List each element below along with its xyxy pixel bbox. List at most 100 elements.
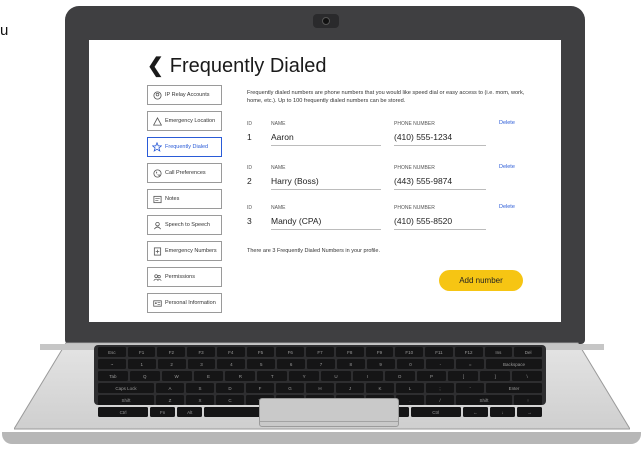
keyboard-key[interactable]: Ctrl [98, 407, 149, 417]
laptop-lid: ❮ Frequently Dialed IP Relay Accounts Eme… [65, 6, 585, 344]
keyboard-key[interactable]: F [246, 383, 274, 393]
keyboard-key[interactable]: D [216, 383, 244, 393]
personal-info-icon [152, 298, 162, 308]
keyboard-key[interactable]: G [276, 383, 304, 393]
keyboard-key[interactable]: [ [448, 371, 479, 381]
keyboard-key[interactable]: F3 [187, 347, 215, 357]
keyboard-key[interactable]: Enter [486, 383, 542, 393]
keyboard-key[interactable]: Tab [98, 371, 128, 381]
entry-name[interactable]: Mandy (CPA) [271, 216, 321, 226]
keyboard-key[interactable]: F10 [395, 347, 424, 357]
keyboard-key[interactable]: F12 [454, 347, 483, 357]
keyboard-key[interactable]: 4 [217, 359, 246, 369]
keyboard-row: Caps Lock A S D F G H J K L; ' Enter [98, 383, 542, 393]
keyboard-key[interactable]: = [456, 359, 485, 369]
sidebar-item-ip-relay-accounts[interactable]: IP Relay Accounts [147, 85, 222, 105]
sidebar-item-personal-information[interactable]: Personal Information [147, 293, 222, 313]
keyboard-key[interactable]: Caps Lock [98, 383, 154, 393]
keyboard-key[interactable]: 6 [277, 359, 306, 369]
keyboard-key[interactable]: Fn [150, 407, 176, 417]
keyboard-key[interactable]: U [321, 371, 351, 381]
keyboard-key[interactable]: Ins [484, 347, 513, 357]
keyboard-key[interactable]: F8 [335, 347, 364, 357]
keyboard-key[interactable]: J [336, 383, 364, 393]
keyboard-key[interactable]: \ [512, 371, 543, 381]
keyboard-key[interactable]: A [156, 383, 184, 393]
keyboard-key[interactable]: P [416, 371, 447, 381]
keyboard-key[interactable]: F7 [306, 347, 334, 357]
keyboard-key[interactable]: ' [456, 383, 484, 393]
keyboard-key[interactable]: ← [462, 407, 488, 417]
keyboard-key[interactable]: C [216, 395, 244, 405]
keyboard-key[interactable]: Esc [98, 347, 126, 357]
sidebar-item-frequently-dialed[interactable]: Frequently Dialed [147, 137, 222, 157]
keyboard-key[interactable]: E [193, 371, 224, 381]
keyboard-key[interactable]: R [225, 371, 256, 381]
keyboard-key[interactable]: T [257, 371, 288, 381]
keyboard-key[interactable]: F5 [246, 347, 275, 357]
entry-phone[interactable]: (410) 555-1234 [394, 132, 452, 142]
sidebar-item-emergency-numbers[interactable]: Emergency Numbers [147, 241, 222, 261]
add-number-button[interactable]: Add number [439, 270, 523, 291]
delete-link[interactable]: Delete [499, 164, 515, 170]
keyboard-key[interactable]: Shift [456, 395, 512, 405]
keyboard-key[interactable]: 7 [307, 359, 335, 369]
entry-phone[interactable]: (443) 555-9874 [394, 176, 452, 186]
keyboard-key[interactable]: - [426, 359, 455, 369]
keyboard-key[interactable]: Backspace [486, 359, 542, 369]
keyboard-key[interactable]: ] [480, 371, 511, 381]
keyboard-key[interactable]: X [186, 395, 214, 405]
keyboard-key[interactable]: F6 [276, 347, 305, 357]
sidebar-item-notes[interactable]: Notes [147, 189, 222, 209]
keyboard-key[interactable]: L [396, 383, 424, 393]
keyboard-key[interactable]: 9 [366, 359, 395, 369]
keyboard-key[interactable]: Ctrl [410, 407, 461, 417]
warning-icon [152, 116, 162, 126]
keyboard-key[interactable]: 0 [396, 359, 425, 369]
sidebar-item-permissions[interactable]: Permissions [147, 267, 222, 287]
keyboard-key[interactable]: 5 [247, 359, 276, 369]
sidebar-item-call-preferences[interactable]: Call Preferences [147, 163, 222, 183]
entry-name[interactable]: Aaron [271, 132, 294, 142]
entry-phone[interactable]: (410) 555-8520 [394, 216, 452, 226]
sidebar-item-label: Permissions [165, 274, 195, 280]
keyboard-key[interactable]: ↑ [514, 395, 542, 405]
keyboard-key[interactable]: F9 [365, 347, 394, 357]
keyboard-row: Esc F1 F2 F3 F4 F5 F6 F7 F8 F9 F10 F11 F12 Ins Del [98, 347, 543, 357]
entry-name[interactable]: Harry (Boss) [271, 176, 319, 186]
keyboard-key[interactable]: S [186, 383, 214, 393]
keyboard-key[interactable]: / [426, 395, 454, 405]
keyboard-key[interactable]: H [306, 383, 334, 393]
keyboard-key[interactable]: F2 [157, 347, 186, 357]
keyboard-key[interactable]: F1 [127, 347, 156, 357]
keyboard-key[interactable]: O [384, 371, 415, 381]
keyboard-key[interactable]: K [366, 383, 394, 393]
keyboard-key[interactable]: 8 [336, 359, 365, 369]
keyboard-key[interactable]: Alt [177, 407, 203, 417]
keyboard-key[interactable]: ↓ [489, 407, 515, 417]
delete-link[interactable]: Delete [499, 120, 515, 126]
keyboard-key[interactable]: 2 [157, 359, 186, 369]
touchpad[interactable] [259, 398, 399, 427]
sidebar-item-emergency-location[interactable]: Emergency Location [147, 111, 222, 131]
sidebar-item-speech-to-speech[interactable]: Speech to Speech [147, 215, 222, 235]
keyboard-key[interactable]: ; [426, 383, 454, 393]
keyboard-key[interactable]: Z [156, 395, 184, 405]
keyboard-key[interactable]: Del [514, 347, 543, 357]
keyboard-key[interactable]: . [396, 395, 424, 405]
keyboard-key[interactable]: F11 [425, 347, 453, 357]
keyboard-key[interactable]: I [352, 371, 383, 381]
keyboard-key[interactable]: W [161, 371, 192, 381]
emergency-numbers-icon [152, 246, 162, 256]
keyboard-key[interactable]: ~ [98, 359, 126, 369]
keyboard-key[interactable]: Q [129, 371, 160, 381]
keyboard-key[interactable]: → [516, 407, 543, 417]
keyboard-key[interactable]: F4 [216, 347, 245, 357]
keyboard-key[interactable]: 3 [187, 359, 216, 369]
keyboard-key[interactable]: Shift [98, 395, 154, 405]
delete-link[interactable]: Delete [499, 204, 515, 210]
name-underline [271, 145, 381, 146]
chevron-left-icon[interactable]: ❮ [147, 55, 164, 77]
keyboard-key[interactable]: 1 [127, 359, 156, 369]
keyboard-key[interactable]: Y [289, 371, 320, 381]
